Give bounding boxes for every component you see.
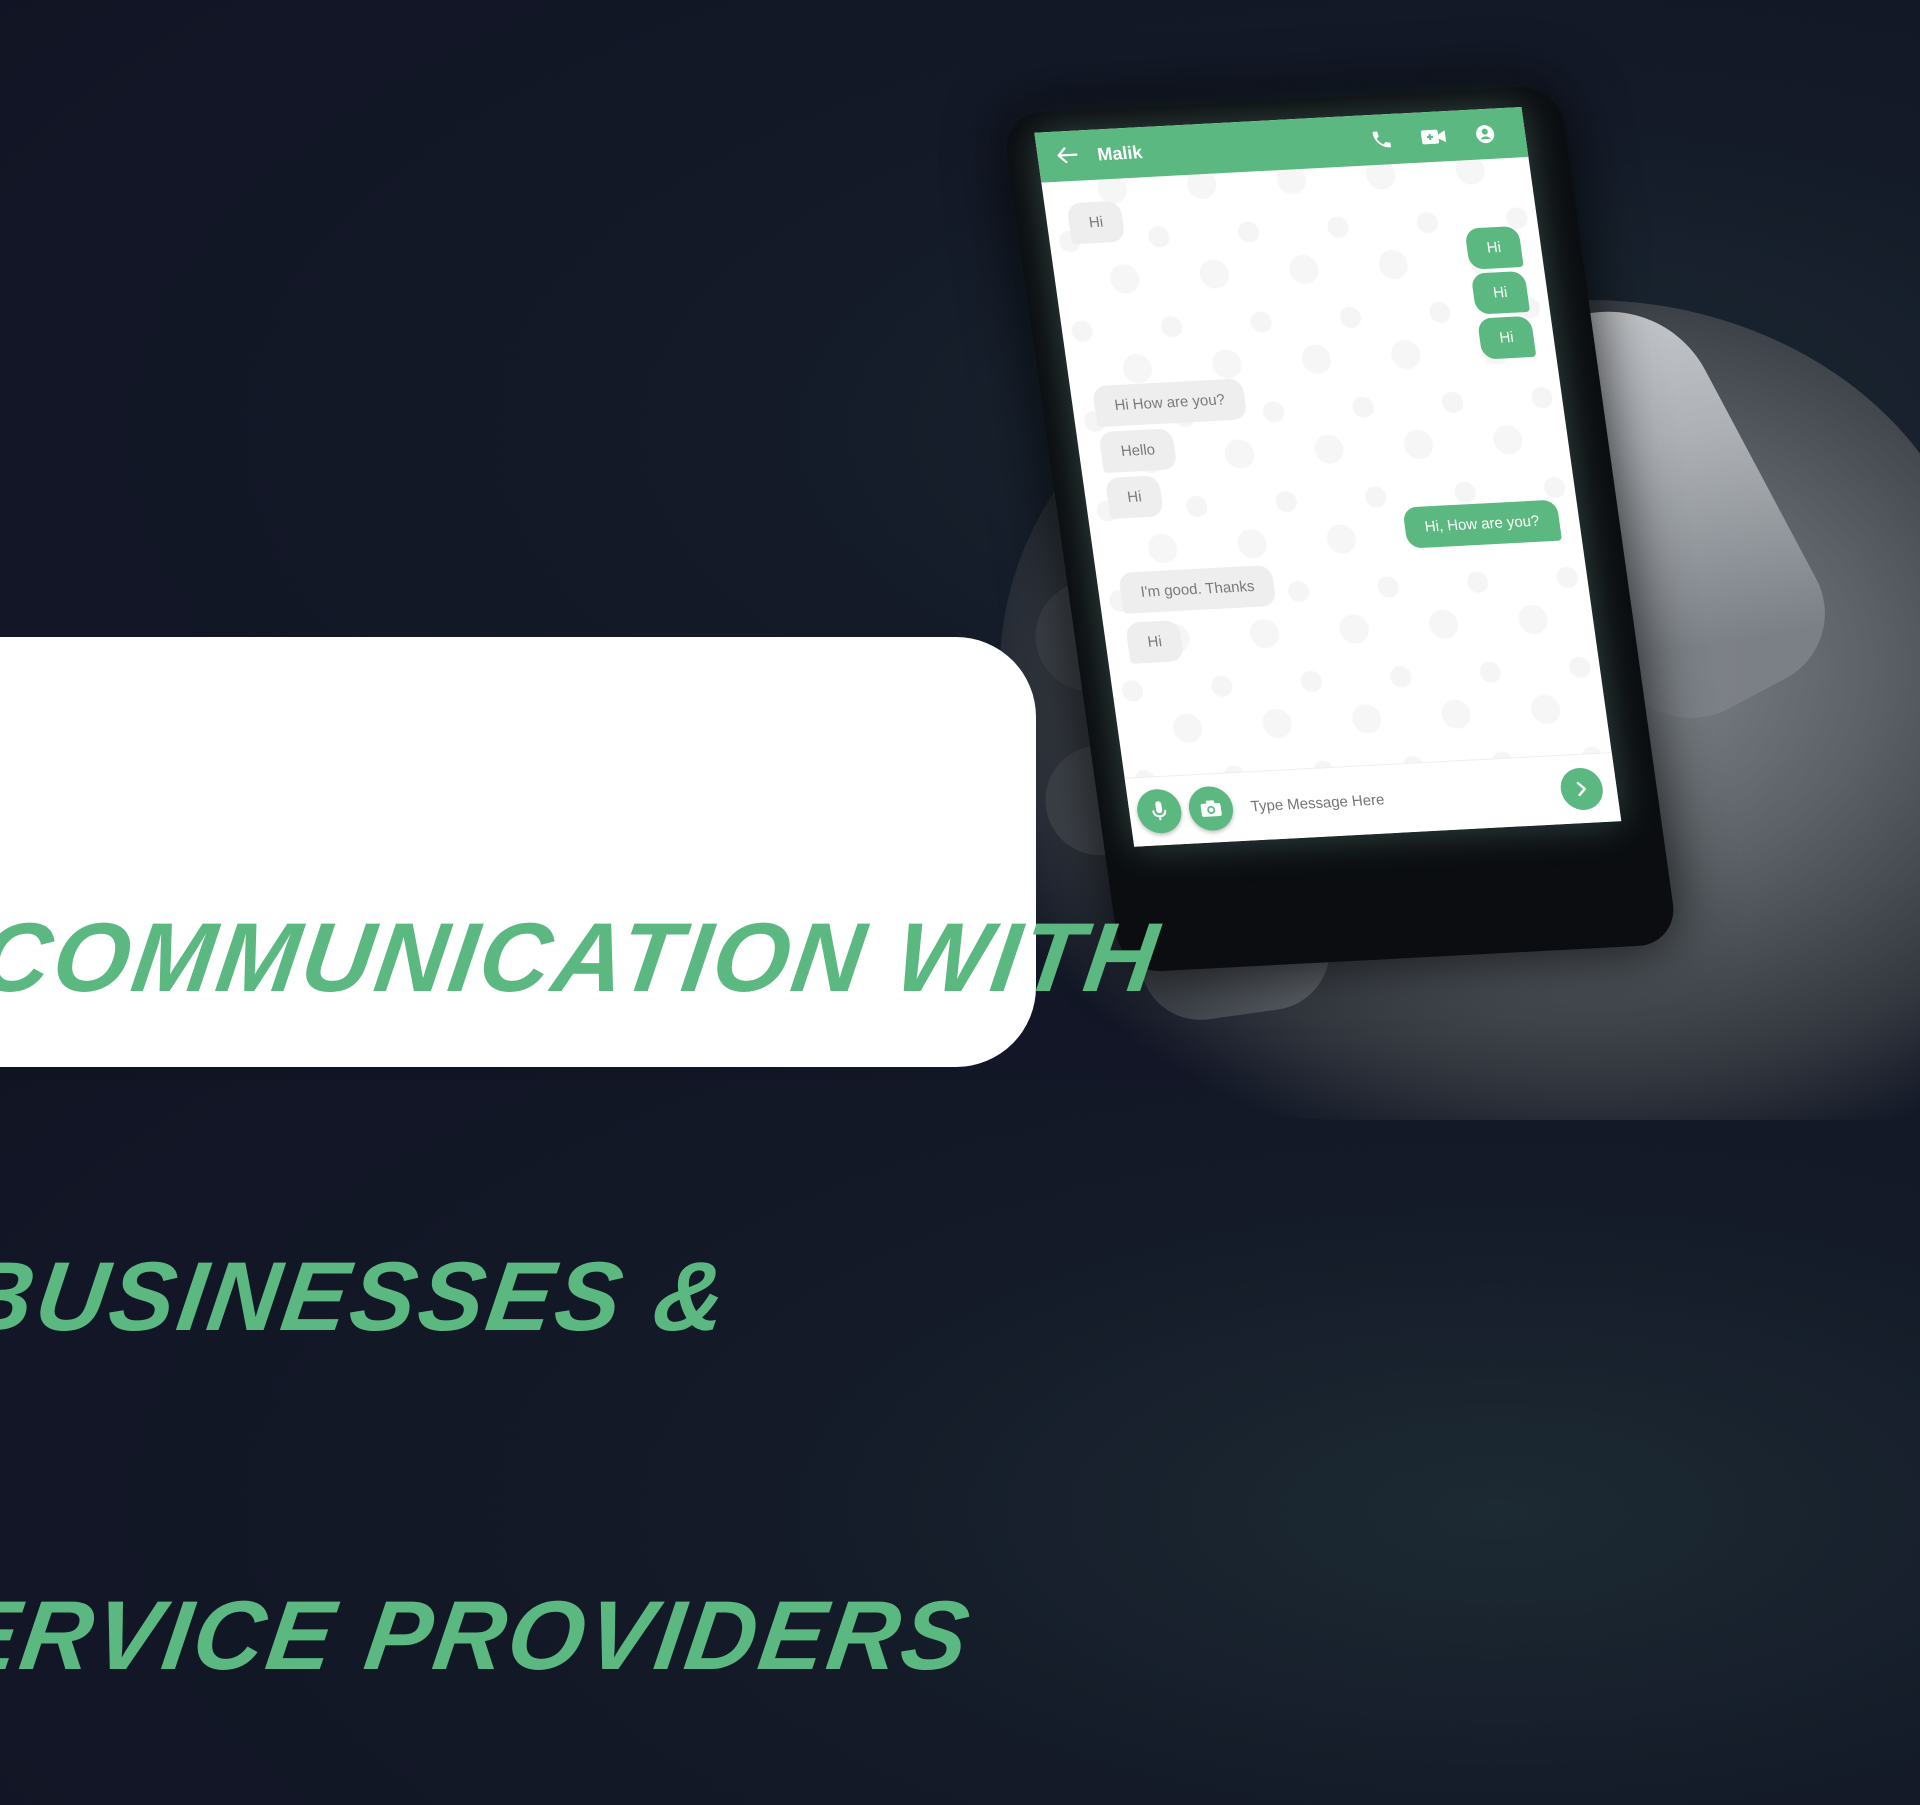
- headline-line-2: BUSINESSES &: [0, 1241, 737, 1351]
- headline-line-1: COMMUNICATION WITH: [0, 902, 1168, 1012]
- message-bubble-outgoing: Hi: [1464, 225, 1524, 270]
- headline-line-3: SERVICE PROVIDERS: [0, 1580, 979, 1690]
- video-call-icon[interactable]: [1406, 126, 1460, 147]
- send-chevron-icon[interactable]: [1557, 766, 1606, 812]
- message-bubble-outgoing: Hi, How are you?: [1402, 499, 1563, 549]
- camera-icon[interactable]: [1186, 785, 1236, 832]
- message-bubble-incoming: Hello: [1098, 428, 1178, 474]
- contact-profile-icon[interactable]: [1458, 123, 1512, 146]
- back-arrow-icon[interactable]: [1036, 142, 1099, 170]
- message-bubble-incoming: I'm good. Thanks: [1117, 564, 1278, 614]
- message-bubble-incoming: Hi: [1124, 620, 1185, 664]
- message-bubble-incoming: Hi: [1104, 475, 1165, 520]
- message-input[interactable]: [1247, 780, 1563, 816]
- message-bubble-outgoing: Hi: [1470, 270, 1531, 315]
- contact-name: Malik: [1095, 141, 1144, 165]
- phone-call-icon[interactable]: [1354, 127, 1409, 152]
- headline: COMMUNICATION WITH BUSINESSES & SERVICE …: [0, 675, 1199, 1805]
- message-bubble-incoming: Hi How are you?: [1091, 378, 1248, 428]
- message-bubble-incoming: Hi: [1066, 200, 1126, 245]
- message-bubble-outgoing: Hi: [1476, 315, 1537, 360]
